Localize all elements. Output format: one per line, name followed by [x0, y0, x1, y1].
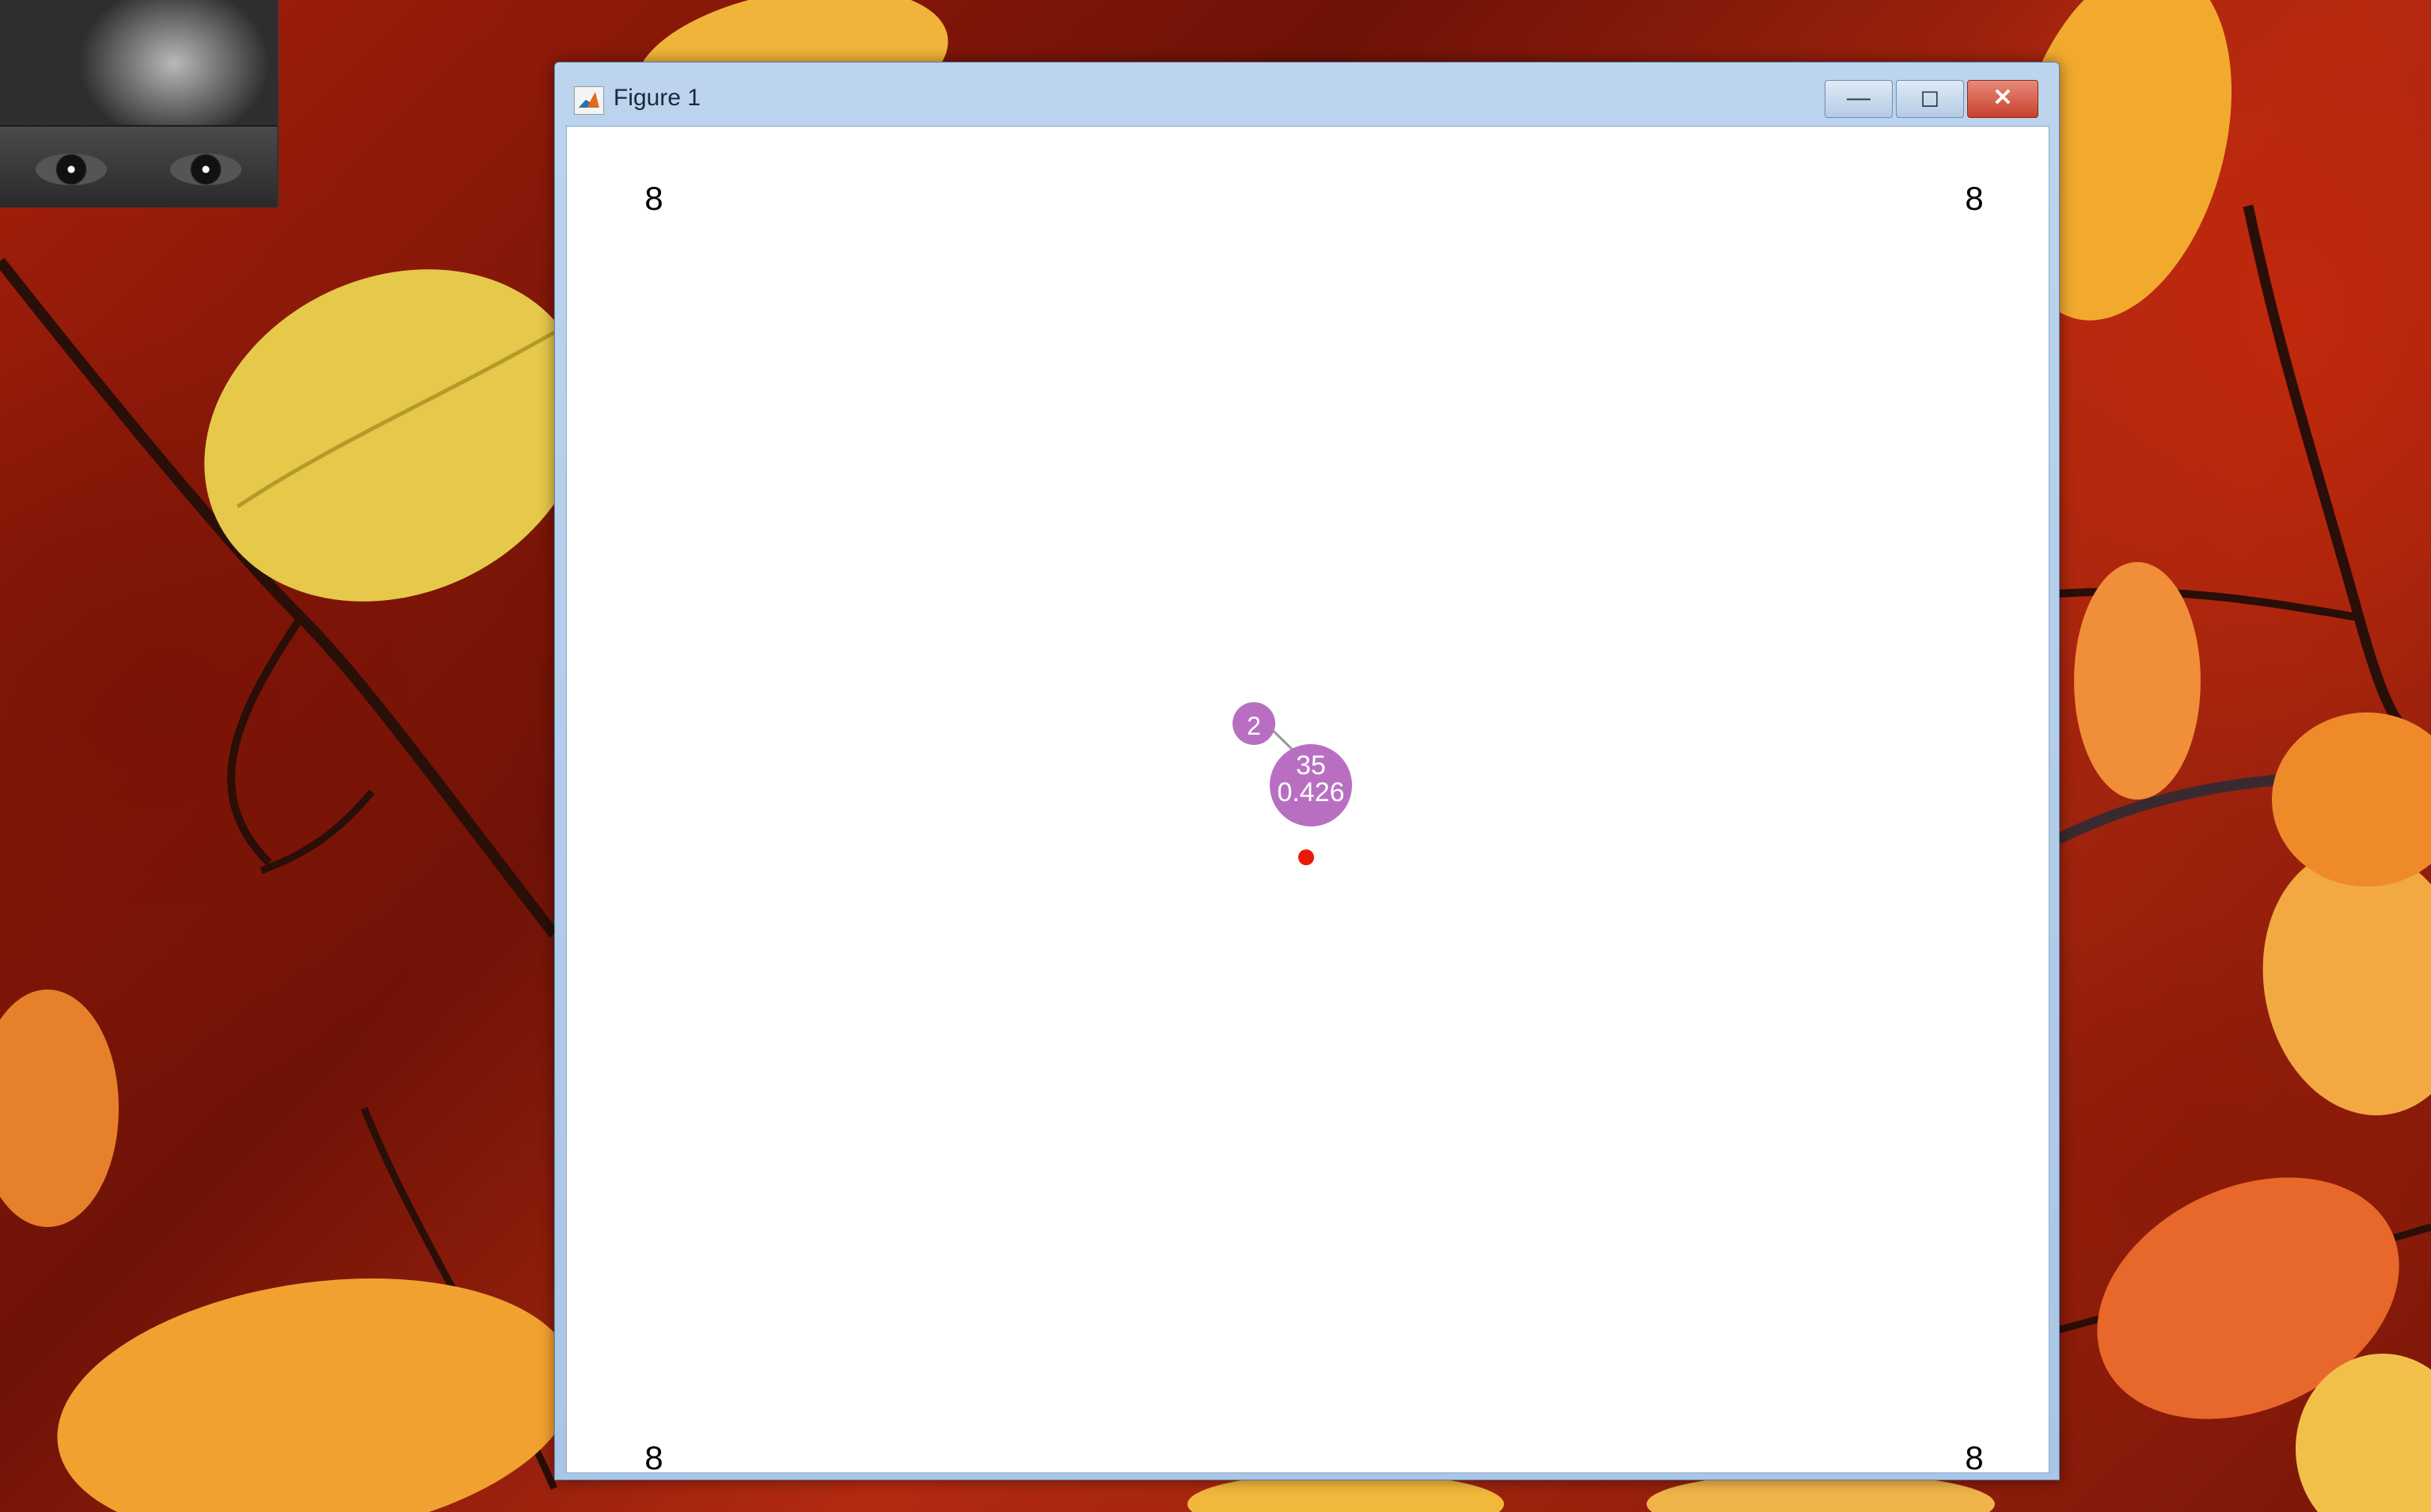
node-small-label: 2: [1247, 712, 1261, 740]
target-marker-dot: [1298, 849, 1314, 865]
node-large-label-bottom: 0.426: [1277, 777, 1344, 807]
node-small[interactable]: 2: [1233, 702, 1275, 745]
matlab-logo-icon[interactable]: [574, 86, 604, 115]
corner-label-bottom-right: 8: [1965, 1439, 1983, 1472]
maximize-button[interactable]: ◻: [1896, 80, 1964, 118]
minimize-button[interactable]: —: [1825, 80, 1893, 118]
corner-label-top-right: 8: [1965, 180, 1983, 217]
window-title: Figure 1: [613, 85, 701, 111]
close-button[interactable]: ✕: [1967, 80, 2038, 118]
webcam-eyes-image: [0, 127, 277, 207]
figure-canvas[interactable]: 8 8 8 8 2 35 0.426: [566, 126, 2049, 1473]
desktop: Figure 1 — ◻ ✕ 8 8 8 8 2 35 0.426: [0, 0, 2431, 1512]
node-large-label-top: 35: [1296, 750, 1326, 781]
figure-window[interactable]: Figure 1 — ◻ ✕ 8 8 8 8 2 35 0.426: [554, 62, 2060, 1480]
left-eye-image: [36, 154, 107, 185]
minimize-icon: —: [1847, 85, 1871, 111]
corner-label-top-left: 8: [644, 180, 663, 217]
webcam-feed: [0, 0, 279, 207]
maximize-icon: ◻: [1920, 85, 1940, 111]
title-bar[interactable]: Figure 1 — ◻ ✕: [555, 63, 2059, 123]
close-icon: ✕: [1992, 85, 2013, 111]
webcam-face-image: [0, 0, 277, 125]
node-large[interactable]: 35 0.426: [1270, 744, 1352, 826]
right-eye-image: [170, 154, 241, 185]
corner-label-bottom-left: 8: [644, 1439, 663, 1472]
plot-svg: 8 8 8 8 2 35 0.426: [644, 180, 1983, 1472]
